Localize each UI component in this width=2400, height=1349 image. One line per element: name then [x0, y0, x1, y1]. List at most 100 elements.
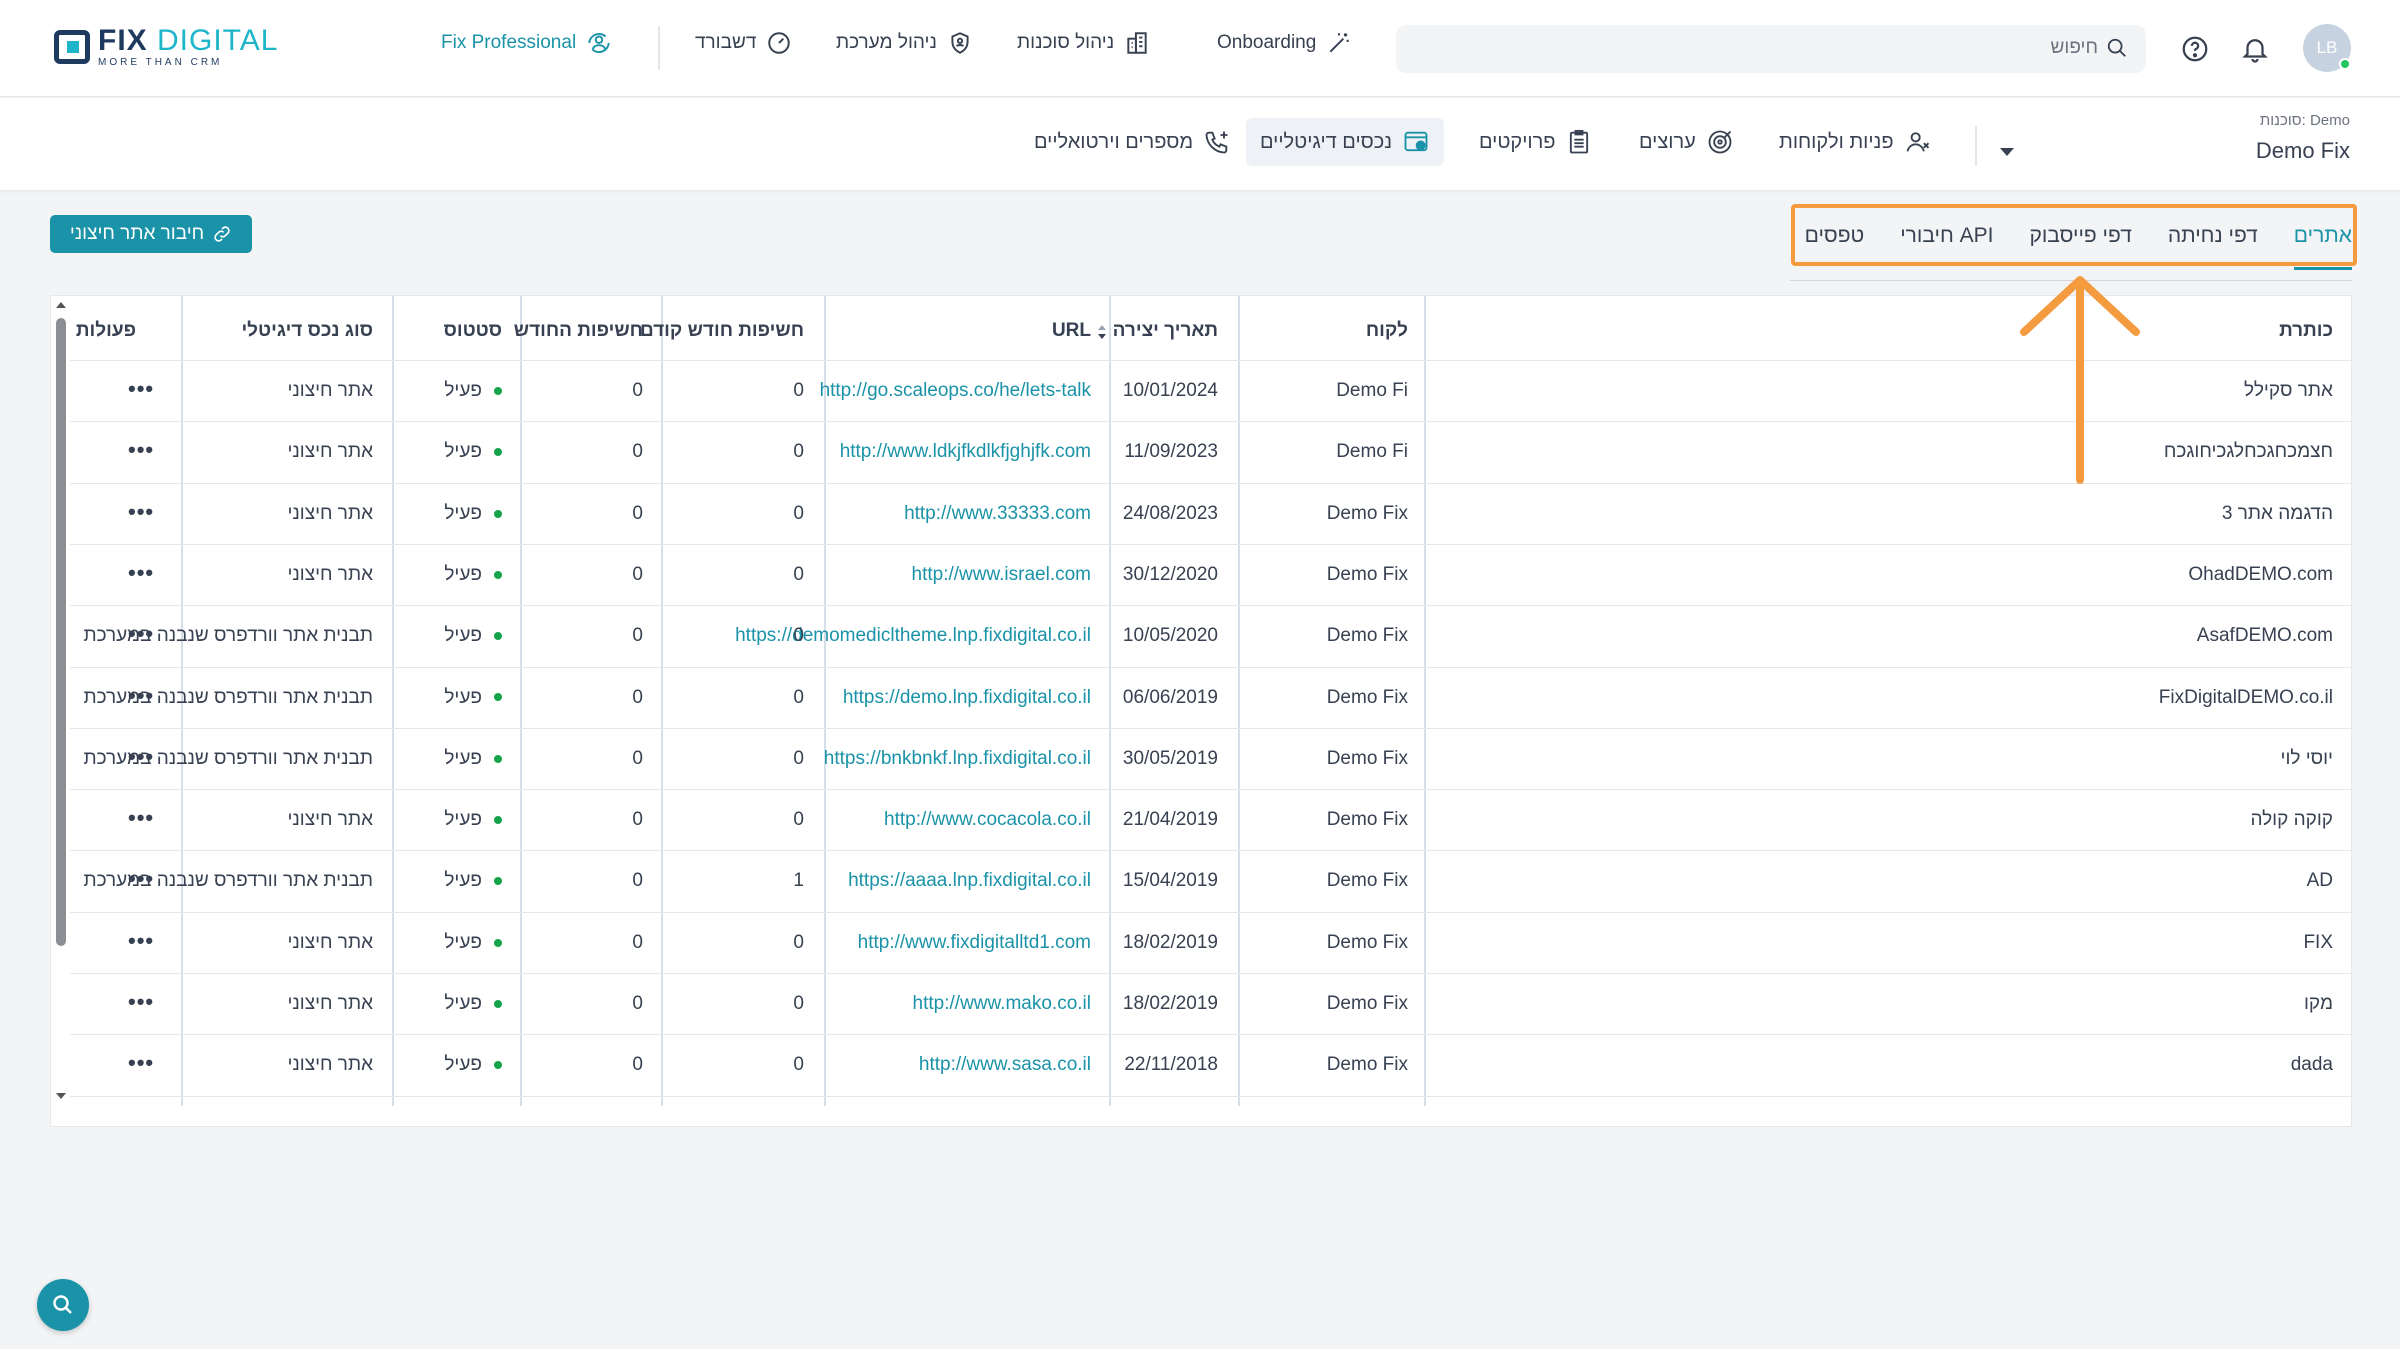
onboarding-link[interactable]: Onboarding: [1217, 30, 1352, 56]
fix-professional-link[interactable]: Fix Professional: [441, 30, 612, 56]
header-url[interactable]: URL: [1052, 320, 1091, 342]
header-customer[interactable]: לקוח: [1366, 320, 1408, 342]
agency-dropdown-caret-icon[interactable]: [2000, 148, 2014, 156]
cell-created-date: 15/04/2019: [1122, 870, 1218, 892]
status-dot: [494, 999, 502, 1008]
header-actions[interactable]: פעולות: [76, 320, 136, 342]
logo-mark-icon: [54, 30, 90, 64]
module-label: נכסים דיגיטליים: [1260, 130, 1393, 153]
cell-prev-month-views: 0: [793, 441, 804, 463]
status-label: פעיל: [444, 502, 482, 524]
agency-label: סוכנות: Demo: [2259, 112, 2350, 129]
websites-table: כותרת לקוח תאריך יצירה URL חשיפות חודש קודם ח…: [50, 295, 2353, 1127]
module-label: פניות ולקוחות: [1779, 130, 1894, 153]
row-actions-menu-icon[interactable]: •••: [128, 560, 154, 586]
cell-url[interactable]: http://www.33333.com: [904, 503, 1091, 525]
header-this-month-views[interactable]: חשיפות החודש: [514, 320, 643, 342]
cell-title: מקו: [2303, 993, 2333, 1014]
cell-asset-type: אתר חיצוני: [287, 809, 373, 831]
avatar[interactable]: LB: [2303, 24, 2351, 72]
header-title[interactable]: כותרת: [2279, 320, 2333, 342]
cell-url[interactable]: http://www.israel.com: [912, 564, 1092, 586]
row-actions-menu-icon[interactable]: •••: [128, 928, 154, 954]
cell-asset-type: אתר חיצוני: [287, 1054, 373, 1076]
onboarding-label: Onboarding: [1217, 32, 1317, 53]
sort-icon[interactable]: [1097, 323, 1107, 341]
scroll-up-arrow-icon[interactable]: [56, 302, 66, 308]
module-leads-customers[interactable]: פניות ולקוחות: [1765, 118, 1946, 166]
dashboard-link[interactable]: דשבורד: [695, 30, 792, 56]
cell-asset-type: אתר חיצוני: [287, 993, 373, 1014]
module-projects[interactable]: פרויקטים: [1465, 118, 1607, 166]
cell-url[interactable]: http://go.scaleops.co/he/lets-talk: [820, 380, 1091, 402]
cell-url[interactable]: https://aaaa.lnp.fixdigital.co.il: [848, 870, 1091, 892]
annotation-arrow-icon: [2020, 276, 2140, 484]
help-search-fab[interactable]: [37, 1279, 89, 1331]
row-actions-menu-icon[interactable]: •••: [128, 376, 154, 402]
cell-url[interactable]: http://www.ldkjfkdlkfjghjfk.com: [840, 441, 1091, 463]
cell-status: פעיל: [444, 1054, 502, 1076]
cell-url[interactable]: https://bnkbnkf.lnp.fixdigital.co.il: [824, 748, 1091, 770]
scroll-down-arrow-icon[interactable]: [56, 1093, 66, 1099]
header-status[interactable]: סטטוס: [444, 320, 502, 342]
row-actions-menu-icon[interactable]: •••: [128, 499, 154, 525]
connect-external-site-button[interactable]: חיבור אתר חיצוני: [50, 215, 252, 253]
row-actions-menu-icon[interactable]: •••: [128, 805, 154, 831]
cell-customer: Demo Fix: [1326, 502, 1408, 524]
buildings-icon: [1127, 32, 1147, 54]
dashboard-label: דשבורד: [695, 32, 757, 53]
cell-url[interactable]: http://www.fixdigitalltd1.com: [858, 932, 1091, 954]
row-actions-menu-icon[interactable]: •••: [128, 621, 154, 647]
row-actions-menu-icon[interactable]: •••: [128, 866, 154, 892]
header-created-date[interactable]: תאריך יצירה: [1113, 320, 1218, 342]
module-virtual-numbers[interactable]: מספרים וירטואליים: [1020, 118, 1245, 166]
phone-plus-icon: [1205, 131, 1228, 154]
cell-status: פעיל: [444, 564, 502, 586]
help-icon[interactable]: [2180, 34, 2210, 64]
cell-asset-type: אתר חיצוני: [287, 502, 373, 524]
cell-customer: Demo Fix: [1326, 747, 1408, 769]
cell-asset-type: תבנית אתר וורדפרס שנבנה במערכת: [83, 747, 373, 769]
cell-this-month-views: 0: [632, 747, 643, 769]
cell-title: OhadDEMO.com: [2188, 563, 2333, 585]
cell-url[interactable]: http://www.mako.co.il: [913, 993, 1091, 1015]
status-label: פעיל: [444, 870, 482, 892]
bell-icon[interactable]: [2240, 34, 2270, 64]
status-dot: [494, 570, 502, 579]
row-actions-menu-icon[interactable]: •••: [128, 437, 154, 463]
cell-asset-type: אתר חיצוני: [287, 563, 373, 585]
system-management-link[interactable]: ניהול מערכת: [836, 30, 973, 56]
cell-asset-type: תבנית אתר וורדפרס שנבנה במערכת: [83, 625, 373, 647]
status-label: פעיל: [444, 625, 482, 647]
module-digital-assets[interactable]: נכסים דיגיטליים: [1246, 118, 1445, 166]
module-label: פרויקטים: [1479, 130, 1556, 153]
tabs-highlight-box: [1791, 204, 2357, 266]
module-offers[interactable]: ערוצים: [1625, 118, 1748, 166]
users-icon: [1906, 132, 1929, 152]
row-actions-menu-icon[interactable]: •••: [128, 989, 154, 1015]
cell-url[interactable]: http://www.sasa.co.il: [919, 1054, 1091, 1076]
cell-url[interactable]: https://demo.lnp.fixdigital.co.il: [843, 687, 1091, 709]
cell-status: פעיל: [444, 993, 502, 1015]
magic-wand-icon: [1329, 33, 1350, 53]
agency-selector[interactable]: Demo Fix: [2256, 138, 2350, 164]
cell-status: פעיל: [444, 625, 502, 647]
header-asset-type[interactable]: סוג נכס דיגיטלי: [241, 320, 373, 342]
logo[interactable]: FIX DIGITAL MORE THAN CRM: [54, 26, 278, 68]
cell-url[interactable]: https://demomedicltheme.lnp.fixdigital.c…: [735, 625, 1091, 647]
agencies-management-link[interactable]: ניהול סוכנות: [1017, 30, 1150, 56]
status-dot: [494, 448, 502, 457]
row-actions-menu-icon[interactable]: •••: [128, 683, 154, 709]
cell-url[interactable]: http://www.cocacola.co.il: [884, 809, 1091, 831]
module-label: מספרים וירטואליים: [1034, 130, 1194, 153]
search-input[interactable]: חיפוש: [1396, 25, 2146, 73]
cell-title: הדגמה אתר 3: [2221, 502, 2333, 524]
status-dot: [494, 938, 502, 947]
cell-status: פעיל: [444, 503, 502, 525]
header-prev-month-views[interactable]: חשיפות חודש קודם: [640, 320, 804, 342]
cell-status: פעיל: [444, 441, 502, 463]
row-actions-menu-icon[interactable]: •••: [128, 1050, 154, 1076]
row-actions-menu-icon[interactable]: •••: [128, 744, 154, 770]
cell-prev-month-views: 0: [793, 686, 804, 708]
scroll-thumb[interactable]: [56, 318, 66, 946]
